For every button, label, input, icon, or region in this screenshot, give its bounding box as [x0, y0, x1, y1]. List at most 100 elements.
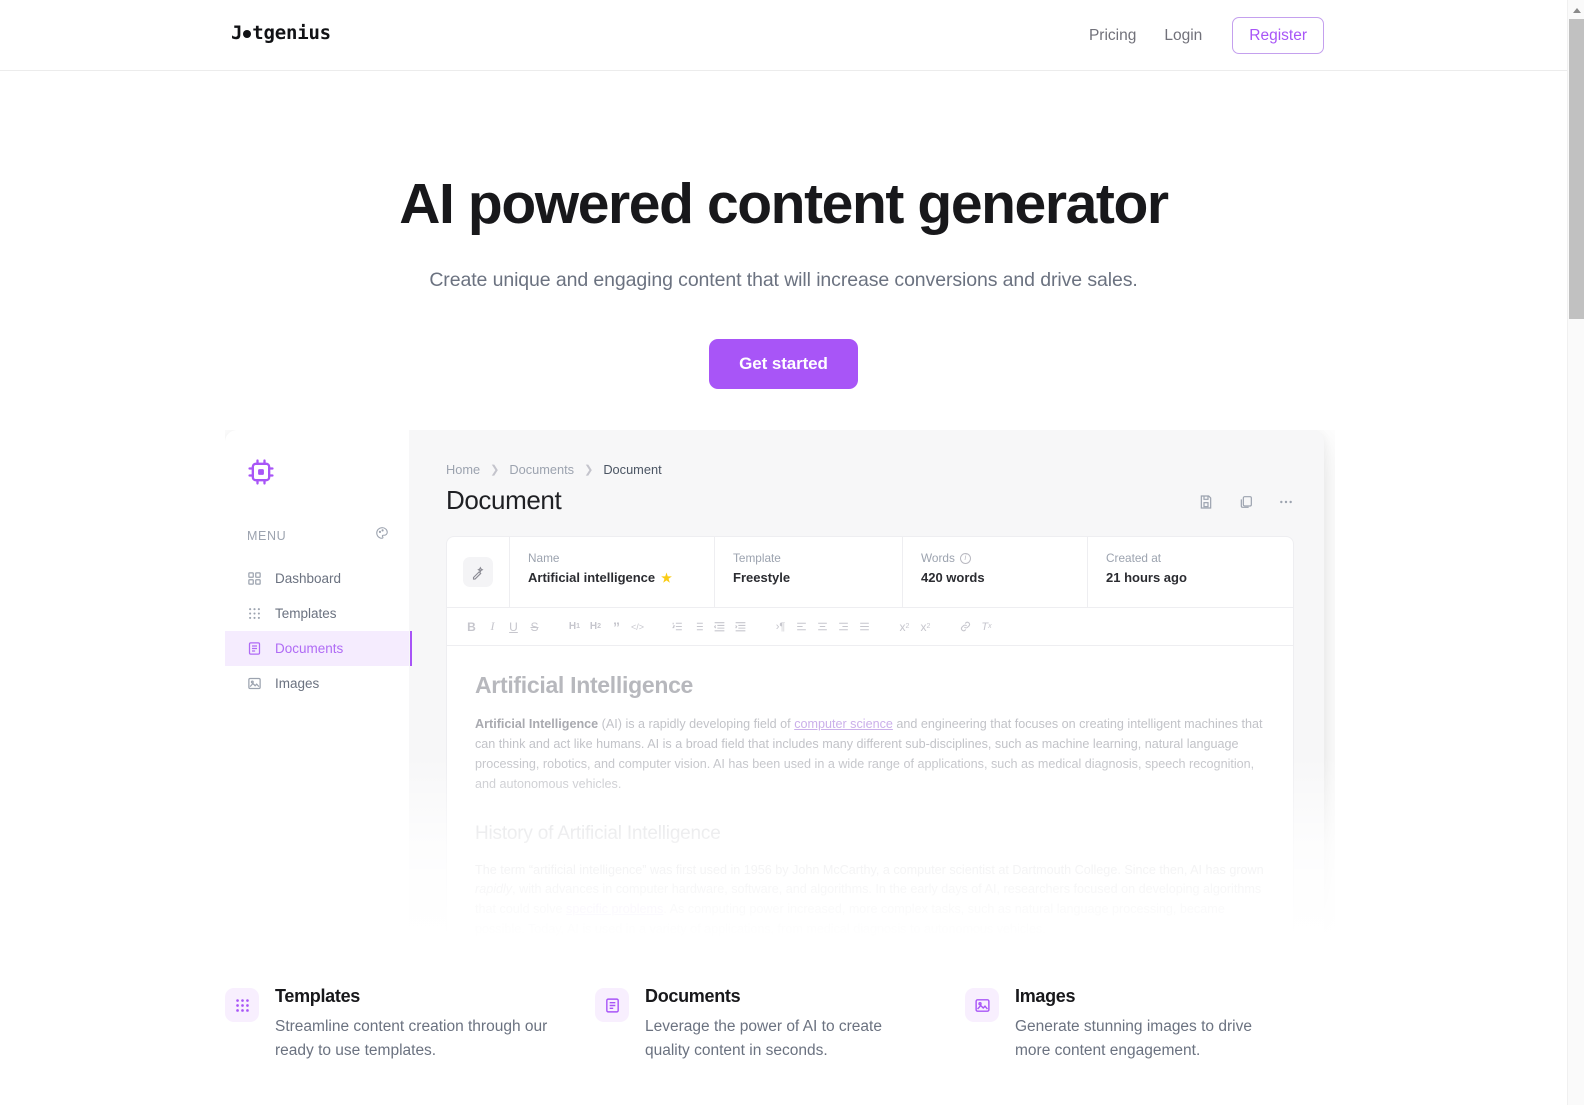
feature-text: Templates Streamline content creation th… — [275, 986, 560, 1063]
dots-grid-icon — [247, 606, 263, 621]
paragraph-1-bold: Artificial Intelligence — [475, 717, 599, 731]
feature-list: Templates Streamline content creation th… — [225, 986, 1335, 1063]
meta-created: Created at 21 hours ago — [1087, 537, 1277, 607]
bold-button[interactable]: B — [461, 614, 482, 640]
magic-pen-icon — [463, 557, 493, 587]
document-meta-bar: Name Artificial intelligence ★ Template … — [446, 536, 1294, 608]
nav-link-login[interactable]: Login — [1150, 19, 1216, 53]
meta-created-label: Created at — [1106, 551, 1162, 565]
heading-2-button[interactable]: H2 — [585, 614, 606, 640]
sidebar-item-documents[interactable]: Documents — [225, 631, 412, 666]
scrollbar-thumb[interactable] — [1569, 19, 1584, 319]
document-actions — [1198, 485, 1294, 510]
nav-link-pricing[interactable]: Pricing — [1075, 19, 1150, 53]
breadcrumb-item-home[interactable]: Home — [446, 462, 480, 477]
clear-formatting-button[interactable]: Tx — [976, 614, 997, 640]
feature-title: Documents — [645, 986, 741, 1006]
meta-words-label-row: Words i — [921, 551, 1087, 565]
toolbar-group-lists — [667, 614, 751, 640]
image-icon — [965, 988, 999, 1022]
meta-words-label: Words — [921, 551, 955, 565]
feature-text: Images Generate stunning images to drive… — [1015, 986, 1280, 1063]
text-direction-button[interactable]: ›¶ — [770, 614, 791, 640]
document-heading-1: Artificial Intelligence — [475, 672, 694, 698]
align-center-button[interactable] — [812, 614, 833, 640]
meta-template: Template Freestyle — [714, 537, 902, 607]
document-lines-icon — [595, 988, 629, 1022]
feature-description: Generate stunning images to drive more c… — [1015, 1018, 1252, 1060]
logo-text-after: tgenius — [252, 22, 331, 44]
sidebar-item-templates[interactable]: Templates — [225, 596, 409, 631]
more-horizontal-icon[interactable] — [1278, 494, 1294, 510]
align-justify-button[interactable] — [854, 614, 875, 640]
get-started-button[interactable]: Get started — [709, 338, 858, 389]
editor-toolbar: B I U S H1 H2 ” </> ›¶ x 2 x 2 T x — [446, 608, 1294, 646]
computer-science-link[interactable]: computer science — [794, 717, 893, 731]
breadcrumb-item-documents[interactable]: Documents — [509, 462, 574, 477]
logo-text-before: J — [231, 22, 243, 44]
outdent-button[interactable] — [709, 614, 730, 640]
chevron-right-icon: ❯ — [584, 464, 594, 476]
page-title: AI powered content generator — [399, 172, 1169, 236]
meta-template-label: Template — [733, 551, 781, 565]
hero-cta-wrapper: Get started — [0, 338, 1567, 389]
breadcrumb: Home ❯ Documents ❯ Document — [446, 462, 1294, 477]
document-editor-body[interactable]: Artificial Intelligence Artificial Intel… — [446, 646, 1294, 946]
subscript-button[interactable]: x2 — [894, 614, 915, 640]
paragraph-2-italic: rapidly — [475, 882, 513, 897]
meta-name-value: Artificial intelligence — [528, 570, 656, 585]
feature-description: Leverage the power of AI to create quali… — [645, 1018, 882, 1060]
chevron-right-icon: ❯ — [490, 464, 500, 476]
grid-squares-icon — [247, 571, 263, 586]
app-sidebar: MENU Dashboard Templates Documents Image… — [225, 430, 412, 970]
app-window: MENU Dashboard Templates Documents Image… — [225, 430, 1324, 970]
sidebar-nav: Dashboard Templates Documents Images — [225, 561, 412, 701]
star-icon[interactable]: ★ — [661, 571, 672, 585]
meta-words: Words i 420 words — [902, 537, 1087, 607]
meta-name: Name Artificial intelligence ★ — [509, 537, 714, 607]
toolbar-group-blocks: H1 H2 ” </> — [564, 614, 648, 640]
toolbar-group-format: B I U S — [461, 614, 545, 640]
align-left-button[interactable] — [791, 614, 812, 640]
register-button[interactable]: Register — [1232, 16, 1324, 55]
primary-nav: Pricing Login Register — [1075, 0, 1324, 71]
brand-logo[interactable]: Jtgenius — [231, 22, 331, 44]
feature-card-templates: Templates Streamline content creation th… — [225, 986, 595, 1063]
meta-template-value: Freestyle — [733, 570, 791, 585]
sidebar-menu-header: MENU — [247, 526, 389, 545]
align-right-button[interactable] — [833, 614, 854, 640]
info-icon[interactable]: i — [959, 552, 971, 564]
sidebar-item-label: Documents — [275, 641, 344, 656]
specific-problems-link[interactable]: specific problems — [566, 902, 663, 916]
landing-page: Jtgenius Pricing Login Register AI power… — [0, 0, 1584, 1105]
sidebar-item-images[interactable]: Images — [225, 666, 409, 701]
save-disk-icon[interactable] — [1198, 494, 1214, 510]
blockquote-button[interactable]: ” — [606, 614, 627, 640]
copy-icon[interactable] — [1238, 494, 1254, 510]
strikethrough-button[interactable]: S — [524, 614, 545, 640]
scroll-up-arrow-icon[interactable] — [1568, 2, 1584, 18]
logo-dot-icon — [243, 30, 252, 38]
feature-description: Streamline content creation through our … — [275, 1018, 548, 1060]
ordered-list-button[interactable] — [667, 614, 688, 640]
italic-button[interactable]: I — [482, 614, 503, 640]
underline-button[interactable]: U — [503, 614, 524, 640]
document-heading-2: History of Artificial Intelligence — [475, 822, 721, 844]
image-icon — [247, 676, 263, 691]
dots-grid-icon — [225, 988, 259, 1022]
superscript-button[interactable]: x2 — [915, 614, 936, 640]
feature-title: Images — [1015, 986, 1076, 1006]
page-scrollbar[interactable] — [1567, 0, 1584, 1105]
meta-name-label: Name — [528, 551, 560, 565]
palette-icon[interactable] — [375, 526, 389, 545]
link-icon[interactable] — [955, 614, 976, 640]
sidebar-item-dashboard[interactable]: Dashboard — [225, 561, 409, 596]
indent-button[interactable] — [730, 614, 751, 640]
heading-1-button[interactable]: H1 — [564, 614, 585, 640]
bullet-list-button[interactable] — [688, 614, 709, 640]
meta-name-value-row: Artificial intelligence ★ — [528, 570, 714, 585]
meta-words-value: 420 words — [921, 570, 985, 585]
document-header: Document — [446, 485, 1294, 516]
toolbar-group-align: ›¶ — [770, 614, 875, 640]
code-block-button[interactable]: </> — [627, 614, 648, 640]
